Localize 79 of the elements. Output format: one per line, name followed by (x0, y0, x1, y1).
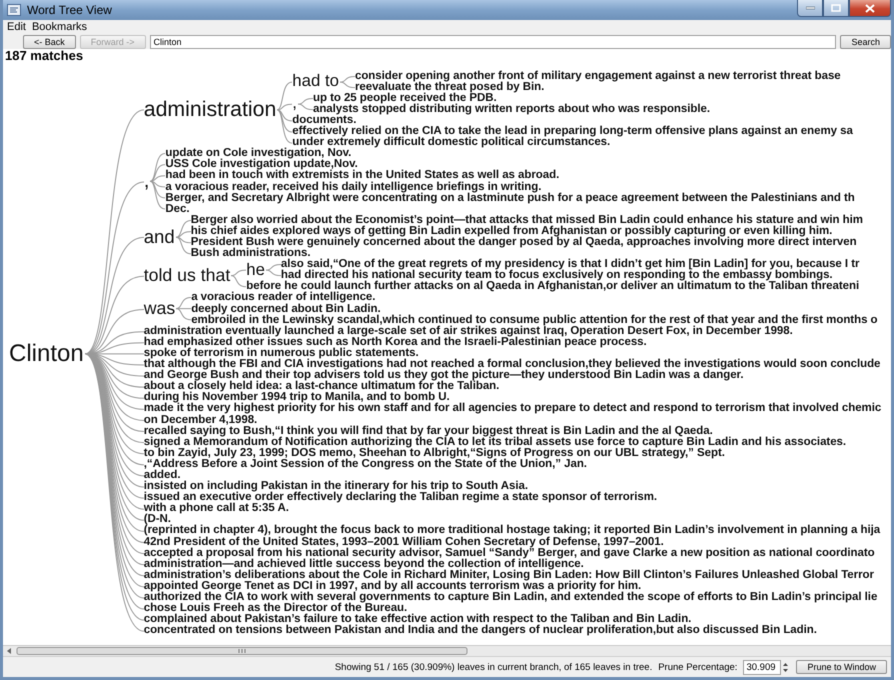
maximize-button[interactable] (823, 0, 849, 17)
tree-phrase: during his November 1994 trip to Manila, and to bomb U. (144, 392, 451, 404)
window-title: Word Tree View (27, 3, 112, 17)
tree-phrase: on December 4,1998. (144, 414, 258, 426)
tree-word[interactable]: Clinton (9, 342, 84, 366)
tree-phrase: complained about Pakistan’s failure to take effective action with respect to the Taliban and Bin Ladin. (144, 614, 692, 626)
tree-phrase: that although the FBI and CIA investigations had not reached a formal conclusion,they believed the investigations would soon conclude (144, 359, 882, 370)
tree-phrase: (D-N. (144, 514, 171, 526)
tree-phrase: his chief aides explored ways of getting Bin Ladin expelled from Afghanistan or possibly capturing or even killing him. (190, 226, 832, 237)
tree-phrase: 42nd President of the United States, 1993–2001 William Cohen Secretary of Defense, 1997–2001. (144, 536, 664, 548)
tree-phrase: Berger also worried about the Economist’s point—that attacks that missed Bin Ladin could enhance his stature and win him (190, 214, 863, 226)
tree-phrase: authorized the CIA to work with several governments to capture Bin Ladin, and extended the scope of efforts to Bin Ladin’s principal lie (144, 592, 878, 604)
tree-phrase: under extremely difficult domestic political circumstances. (292, 137, 610, 148)
tree-word[interactable]: told us that (144, 266, 230, 285)
maximize-icon (831, 4, 841, 12)
tree-phrase: insisted on including Pakistan in the itinerary for his trip to South Asia. (144, 481, 530, 492)
tree-phrase: a voracious reader, received his daily intelligence briefings in writing. (165, 182, 542, 193)
tree-phrase: administration’s deliberations about the Cole in Richard Miniter, Losing Bin Laden: How Bill Clinton’s Failures Unleashed Global Terror (144, 570, 875, 581)
tree-phrase: with a phone call at 5:35 A. (144, 503, 289, 514)
tree-phrase: concentrated on tensions between Pakistan and India and the dangers of nuclear proliferation,but also discussed Bin Ladin. (144, 625, 818, 636)
tree-word[interactable]: he (246, 262, 265, 279)
tree-phrase: reevaluate the threat posed by Bin. (354, 82, 544, 93)
tree-phrase: USS Cole investigation update,Nov. (165, 159, 358, 170)
tree-phrase: (reprinted in chapter 4), brought the focus back to more traditional hostage taking; it reported Bin Ladin’s involvement in planning a hija (144, 525, 882, 536)
tree-phrase: embroiled in the Lewinsky scandal,which continued to consume public attention for the rest of that year and the first months o (191, 314, 878, 326)
match-count: 187 matches (4, 49, 84, 62)
tree-phrase: recalled saying to Bush,“I think you will find that by far your biggest threat is Bin Ladin and the al Qaeda. (144, 426, 713, 437)
prune-percentage-field[interactable]: 30.909 (743, 660, 782, 674)
tree-phrase: accepted a proposal from his national security advisor, Samuel “Sandy” Berger, and gave Clarke a new position as national coordinato (144, 548, 876, 559)
search-button[interactable]: Search (840, 34, 891, 48)
tree-phrase: spoke of terrorism in numerous public statements. (144, 348, 420, 359)
tree-word[interactable]: , (292, 95, 297, 112)
tree-phrase: administration eventually launched a large-scale set of air strikes against Iraq, Operation Desert Fox, in December 1998. (144, 326, 794, 337)
tree-phrase: before he could launch further attacks on al Qaeda in Afghanistan,or deliver an ultimatum to the Taliban threateni (246, 281, 860, 292)
tree-phrase: analysts stopped distributing written reports about who was responsible. (312, 104, 710, 115)
tree-phrase: administration—and achieved little success beyond the collection of intelligence. (144, 558, 584, 570)
spinner-arrows-icon (781, 660, 790, 674)
tree-phrase: had been in touch with extremists in the United States as well as abroad. (165, 170, 560, 182)
tree-phrase: update on Cole investigation, Nov. (165, 148, 352, 160)
tree-phrase: deeply concerned about Bin Ladin. (191, 304, 381, 315)
tree-phrase: about a closely held idea: a last-chance ultimatum for the Taliban. (144, 381, 500, 392)
tree-phrase: had directed his national security team to focus exclusively on responding to the embassy bombings. (280, 270, 833, 282)
close-button[interactable] (849, 0, 891, 17)
minimize-icon (806, 6, 814, 10)
tree-word[interactable]: had to (292, 73, 339, 90)
tree-phrase: chose Louis Freeh as the Director of the Bureau. (144, 603, 408, 614)
tree-phrase: had emphasized other issues such as North Korea and the Israeli-Palestinian peace process. (144, 336, 648, 348)
tree-phrase: Dec. (165, 204, 190, 215)
tree-phrase: issued an executive order effectively declaring the Taliban regime a state sponsor of terrorism. (144, 492, 658, 504)
tree-word[interactable]: and (144, 228, 175, 246)
prune-label: Prune Percentage: (658, 662, 738, 672)
prune-button[interactable]: Prune to Window (796, 660, 887, 674)
tree-phrase: up to 25 people received the PDB. (312, 92, 497, 104)
minimize-button[interactable] (797, 0, 823, 17)
tree-phrase: Bush administrations. (190, 248, 310, 260)
tree-word[interactable]: , (144, 171, 150, 192)
tree-phrase: ,“Address Before a Joint Session of the Congress on the State of the Union,” Jan. (144, 458, 588, 470)
tree-phrase: and George Bush and their top advisers told us they got the picture—they understood Bin Ladin was a danger. (144, 370, 744, 382)
tree-phrase: Berger, and Secretary Albright were concentrating on a lastminute push for a peace agreement between the Palestinians and th (165, 192, 855, 204)
tree-phrase: President Bush were genuinely concerned about the danger posed by al Qaeda, approaches involving more direct interven (190, 237, 858, 248)
status-summary: Showing 51 / 165 (30.909%) leaves in current branch, of 165 leaves in tree. (334, 662, 652, 672)
menu-item[interactable]: Edit (7, 21, 26, 33)
tree-phrase: added. (144, 470, 180, 481)
tree-word[interactable]: was (144, 300, 176, 318)
tree-phrase: also said,“One of the great regrets of my presidency is that I didn’t get him [Bin Ladin] for you, because I tr (280, 259, 860, 270)
search-field[interactable]: Clinton (150, 34, 836, 48)
tree-phrase: to bin Zayid, July 23, 1999; DOS memo, Sheehan to Albright,“Signs of Progress on our UBL strategy,” Sept. (144, 448, 726, 459)
tree-phrase: appointed George Tenet as DCI in 1997, and by all accounts terrorism was a priority for him. (144, 580, 642, 592)
tree-word[interactable]: administration (144, 98, 276, 120)
tree-phrase: effectively relied on the CIA to take the lead in preparing long-term offensive plans against an enemy sa (292, 126, 853, 138)
tree-phrase: made it the very highest priority for his own staff and for all agencies to prepare to detect and respond to terrorism that involved chemic (144, 403, 882, 414)
back-button[interactable]: <- Back (23, 34, 76, 48)
menu-item[interactable]: Bookmarks (32, 21, 87, 33)
tree-phrase: documents. (292, 114, 356, 126)
tree-phrase: consider opening another front of military engagement against a new terrorist threat base (354, 70, 841, 82)
tree-phrase: signed a Memorandum of Notification authorizing the CIA to let its tribal assets use force to capture Bin Ladin and his associates. (144, 436, 848, 448)
tree-phrase: a voracious reader of intelligence. (191, 292, 376, 304)
close-icon (865, 4, 875, 12)
app-icon (7, 4, 21, 16)
